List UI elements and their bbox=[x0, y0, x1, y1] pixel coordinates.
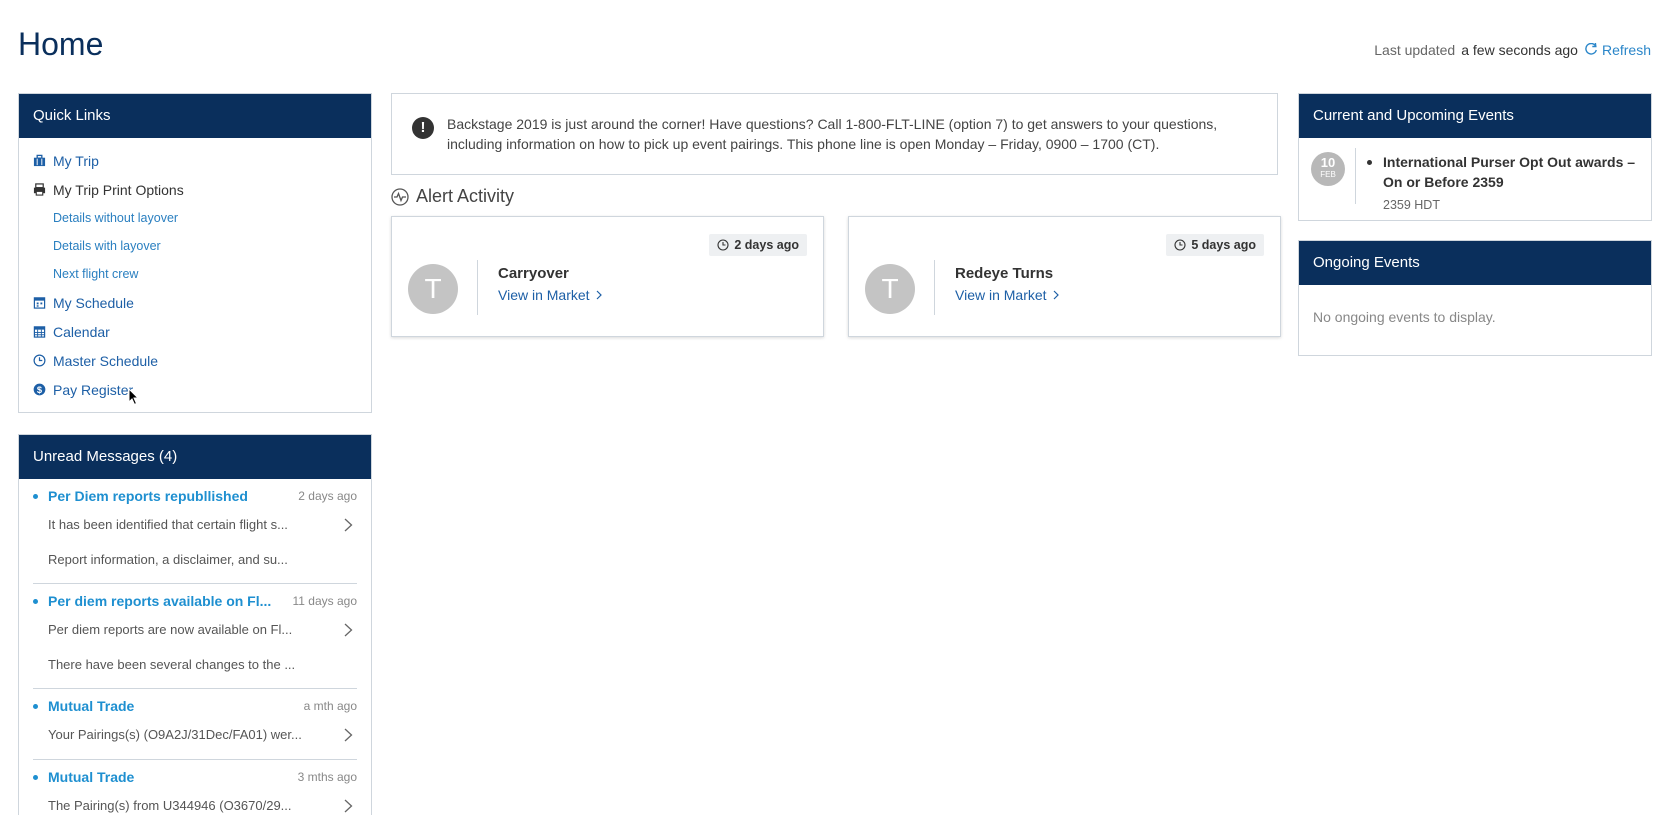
refresh-label: Refresh bbox=[1601, 42, 1651, 58]
quick-links-title: Quick Links bbox=[19, 94, 371, 138]
quick-links-panel: Quick Links My Trip My Trip Print Option… bbox=[18, 93, 372, 413]
avatar: T bbox=[408, 264, 458, 314]
chevron-right-icon[interactable] bbox=[344, 728, 353, 742]
last-updated: Last updated a few seconds ago Refresh bbox=[1374, 42, 1651, 58]
message-preview-secondary: Report information, a disclaimer, and su… bbox=[48, 552, 288, 567]
alert-card: 5 days ago T Redeye Turns View in Market bbox=[848, 216, 1281, 337]
event-time: 2359 HDT bbox=[1383, 198, 1440, 212]
event-month: FEB bbox=[1320, 170, 1336, 179]
message-time: 2 days ago bbox=[298, 489, 357, 503]
alert-card: 2 days ago T Carryover View in Market bbox=[391, 216, 824, 337]
upcoming-events-title: Current and Upcoming Events bbox=[1299, 94, 1651, 138]
message-preview-secondary: There have been several changes to the .… bbox=[48, 657, 296, 672]
alert-name: Redeye Turns bbox=[955, 265, 1054, 282]
unread-dot bbox=[33, 598, 38, 604]
event-title: International Purser Opt Out awards – On… bbox=[1367, 152, 1639, 192]
refresh-icon bbox=[1585, 43, 1597, 55]
event-day: 10 bbox=[1320, 155, 1336, 170]
view-in-market-link[interactable]: View in Market bbox=[955, 287, 1059, 303]
briefcase-icon bbox=[33, 154, 46, 167]
quick-link-label: Pay Register bbox=[53, 381, 134, 398]
message-title: Per Diem reports republlished bbox=[33, 488, 248, 504]
quick-link-label: My Trip Print Options bbox=[53, 181, 184, 198]
chevron-right-icon[interactable] bbox=[344, 799, 353, 813]
announcement-banner: ! Backstage 2019 is just around the corn… bbox=[391, 93, 1278, 175]
message-title: Mutual Trade bbox=[33, 698, 134, 714]
quick-link-details-with-layover[interactable]: Details with layover bbox=[33, 232, 357, 260]
quick-link-calendar[interactable]: Calendar bbox=[33, 317, 357, 346]
message-time: a mth ago bbox=[303, 699, 357, 713]
quick-link-my-schedule[interactable]: My Schedule bbox=[33, 288, 357, 317]
last-updated-value: a few seconds ago bbox=[1461, 42, 1578, 58]
avatar: T bbox=[865, 264, 915, 314]
divider bbox=[1355, 148, 1356, 204]
alert-name: Carryover bbox=[498, 265, 569, 282]
message-item[interactable]: Mutual Trade a mth ago Your Pairings(s) … bbox=[33, 689, 357, 760]
quick-link-label: Calendar bbox=[53, 323, 110, 340]
message-preview: It has been identified that certain flig… bbox=[33, 507, 357, 543]
upcoming-events-panel: Current and Upcoming Events 10 FEB Inter… bbox=[1298, 93, 1652, 221]
quick-link-label: My Trip bbox=[53, 152, 99, 169]
last-updated-label: Last updated bbox=[1374, 42, 1456, 58]
printer-icon bbox=[33, 183, 46, 196]
message-title: Mutual Trade bbox=[33, 769, 134, 785]
message-preview: Your Pairings(s) (O9A2J/31Dec/FA01) wer.… bbox=[33, 717, 357, 753]
clock-icon bbox=[717, 239, 729, 251]
message-time: 11 days ago bbox=[292, 594, 358, 608]
svg-text:$: $ bbox=[37, 385, 43, 395]
chevron-right-icon bbox=[596, 290, 602, 300]
message-time: 3 mths ago bbox=[297, 770, 357, 784]
message-item[interactable]: Per Diem reports republlished 2 days ago… bbox=[33, 479, 357, 584]
calendar-icon bbox=[33, 326, 46, 338]
ongoing-events-title: Ongoing Events bbox=[1299, 241, 1651, 285]
chevron-right-icon bbox=[1053, 290, 1059, 300]
quick-link-label: My Schedule bbox=[53, 294, 134, 311]
exclamation-icon: ! bbox=[412, 117, 434, 139]
alert-time-badge: 5 days ago bbox=[1166, 234, 1264, 256]
unread-messages-panel: Unread Messages (4) Per Diem reports rep… bbox=[18, 434, 372, 815]
ongoing-events-panel: Ongoing Events No ongoing events to disp… bbox=[1298, 240, 1652, 356]
page-title: Home bbox=[18, 26, 104, 62]
quick-link-print-options[interactable]: My Trip Print Options bbox=[33, 175, 357, 204]
alert-time-badge: 2 days ago bbox=[709, 234, 807, 256]
quick-link-label: Master Schedule bbox=[53, 352, 159, 369]
divider bbox=[934, 260, 935, 315]
view-in-market-link[interactable]: View in Market bbox=[498, 287, 602, 303]
schedule-icon bbox=[33, 297, 46, 309]
chevron-right-icon[interactable] bbox=[344, 518, 353, 532]
message-preview: Per diem reports are now available on Fl… bbox=[33, 612, 357, 648]
clock-icon bbox=[33, 354, 46, 367]
alert-activity-title: Alert Activity bbox=[391, 186, 514, 207]
divider bbox=[477, 260, 478, 315]
announcement-text: Backstage 2019 is just around the corner… bbox=[447, 116, 1218, 152]
unread-dot bbox=[33, 493, 38, 499]
chevron-right-icon[interactable] bbox=[344, 623, 353, 637]
event-item[interactable]: 10 FEB International Purser Opt Out awar… bbox=[1299, 138, 1651, 220]
quick-link-details-without-layover[interactable]: Details without layover bbox=[33, 204, 357, 232]
quick-link-my-trip[interactable]: My Trip bbox=[33, 146, 357, 175]
quick-link-master-schedule[interactable]: Master Schedule bbox=[33, 346, 357, 375]
message-item[interactable]: Per diem reports available on Fl... 11 d… bbox=[33, 584, 357, 689]
unread-messages-title: Unread Messages (4) bbox=[19, 435, 371, 479]
quick-link-next-flight-crew[interactable]: Next flight crew bbox=[33, 260, 357, 288]
unread-dot bbox=[33, 703, 38, 709]
message-preview: The Pairing(s) from U344946 (O3670/29... bbox=[33, 788, 357, 815]
unread-dot bbox=[33, 774, 38, 780]
dollar-icon: $ bbox=[33, 383, 46, 396]
message-item[interactable]: Mutual Trade 3 mths ago The Pairing(s) f… bbox=[33, 760, 357, 815]
clock-icon bbox=[1174, 239, 1186, 251]
ongoing-empty-message: No ongoing events to display. bbox=[1313, 309, 1496, 325]
message-title: Per diem reports available on Fl... bbox=[33, 593, 271, 609]
mouse-cursor-icon bbox=[128, 388, 140, 406]
activity-icon bbox=[391, 187, 409, 206]
refresh-button[interactable]: Refresh bbox=[1584, 42, 1651, 58]
quick-link-pay-register[interactable]: $ Pay Register bbox=[33, 375, 357, 404]
event-date-badge: 10 FEB bbox=[1311, 152, 1345, 186]
